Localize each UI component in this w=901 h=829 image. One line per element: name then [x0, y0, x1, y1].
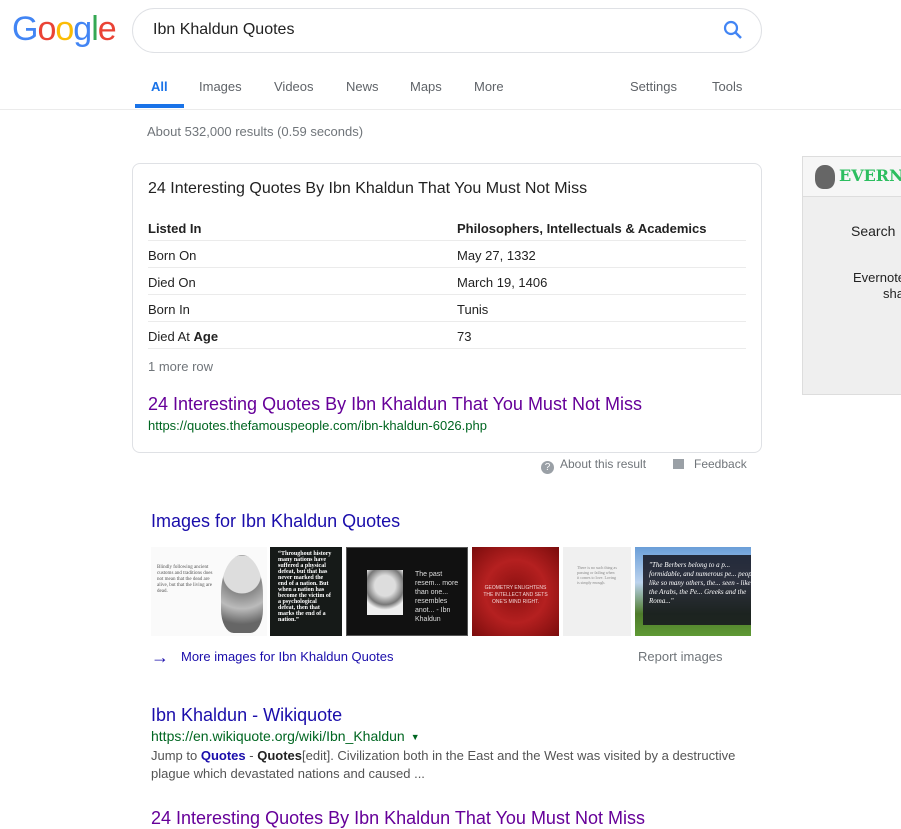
- result-url: https://en.wikiquote.org/wiki/Ibn_Khaldu…: [151, 728, 420, 744]
- about-label: About this result: [560, 457, 647, 471]
- tab-all[interactable]: All: [151, 79, 168, 94]
- image-text: "The Berbers belong to a p... formidable…: [643, 555, 751, 625]
- row-label: Listed In: [148, 221, 202, 236]
- image-thumbnail[interactable]: Blindly following ancient customs and tr…: [151, 547, 267, 636]
- more-images-label: More images for Ibn Khaldun Quotes: [181, 649, 394, 664]
- image-text: “Throughout history many nations have su…: [278, 551, 332, 623]
- table-row: Died On March 19, 1406: [148, 268, 746, 295]
- result-stats: About 532,000 results (0.59 seconds): [147, 124, 364, 139]
- feedback-button[interactable]: Feedback: [673, 457, 747, 471]
- row-value: Tunis: [457, 302, 489, 317]
- image-thumbnail[interactable]: The past resem... more than one... resem…: [346, 547, 468, 636]
- row-label-text: Died At: [148, 329, 194, 344]
- result-snippet: Jump to Quotes - Quotes[edit]. Civilizat…: [151, 747, 751, 783]
- arrow-right-icon: →: [151, 647, 169, 667]
- about-this-result[interactable]: ? About this result: [541, 457, 646, 474]
- row-value: March 19, 1406: [457, 275, 548, 290]
- evernote-header: EVERNOTE: [803, 157, 901, 197]
- tab-news[interactable]: News: [346, 79, 379, 94]
- divider: [0, 109, 901, 110]
- result-url-text: https://en.wikiquote.org/wiki/Ibn_Khaldu…: [151, 728, 405, 744]
- evernote-panel: EVERNOTE Search Evernote share: [802, 156, 901, 395]
- card-title: 24 Interesting Quotes By Ibn Khaldun Tha…: [148, 180, 588, 197]
- more-rows-link[interactable]: 1 more row: [148, 359, 213, 374]
- image-text: Blindly following ancient customs and tr…: [157, 565, 213, 594]
- images-heading[interactable]: Images for Ibn Khaldun Quotes: [151, 511, 400, 532]
- tab-images[interactable]: Images: [199, 79, 242, 94]
- portrait: [367, 570, 403, 615]
- search-query[interactable]: Ibn Khaldun Quotes: [153, 21, 294, 39]
- image-thumbnail[interactable]: "The Berbers belong to a p... formidable…: [635, 547, 751, 636]
- snippet-bold: Quotes: [257, 748, 303, 763]
- card-result-link[interactable]: 24 Interesting Quotes By Ibn Khaldun Tha…: [148, 394, 642, 415]
- active-tab-indicator: [135, 104, 184, 108]
- google-logo[interactable]: Google: [12, 10, 117, 49]
- result-title-link[interactable]: Ibn Khaldun - Wikiquote: [151, 705, 342, 726]
- row-value: May 27, 1332: [457, 248, 536, 263]
- row-label-bold: Age: [193, 329, 219, 344]
- help-icon: ?: [541, 461, 554, 474]
- tab-settings[interactable]: Settings: [630, 79, 677, 94]
- report-images-link[interactable]: Report images: [638, 649, 723, 664]
- row-label: Died At Age: [148, 329, 218, 344]
- tab-maps[interactable]: Maps: [410, 79, 442, 94]
- evernote-text: Evernote: [853, 270, 901, 285]
- row-value: 73: [457, 329, 472, 344]
- evernote-name: EVERNOTE: [839, 166, 901, 185]
- feedback-icon: [673, 459, 684, 469]
- table-row: Listed In Philosophers, Intellectuals & A…: [148, 214, 746, 241]
- jump-to-quotes-link[interactable]: Quotes: [201, 748, 246, 763]
- table-row: Died At Age 73: [148, 322, 746, 349]
- portrait: [221, 555, 263, 633]
- evernote-text: share: [883, 286, 901, 301]
- table-row: Born On May 27, 1332: [148, 241, 746, 268]
- image-thumbnail[interactable]: “Throughout history many nations have su…: [270, 547, 342, 636]
- image-text: There is no such thing as passing or fai…: [577, 565, 617, 585]
- feedback-label: Feedback: [694, 457, 747, 471]
- more-images-link[interactable]: → More images for Ibn Khaldun Quotes: [151, 647, 393, 668]
- tab-tools[interactable]: Tools: [712, 79, 742, 94]
- tab-videos[interactable]: Videos: [274, 79, 314, 94]
- search-input[interactable]: Ibn Khaldun Quotes: [132, 8, 762, 53]
- image-text: GEOMETRY ENLIGHTENS THE INTELLECT AND SE…: [483, 585, 548, 605]
- evernote-elephant-icon: [815, 165, 835, 189]
- row-label: Died On: [148, 275, 196, 290]
- row-value: Philosophers, Intellectuals & Academics: [457, 221, 707, 236]
- image-thumbnail[interactable]: GEOMETRY ENLIGHTENS THE INTELLECT AND SE…: [472, 547, 559, 636]
- card-result-url: https://quotes.thefamouspeople.com/ibn-k…: [148, 418, 487, 433]
- row-label: Born In: [148, 302, 190, 317]
- table-row: Born In Tunis: [148, 295, 746, 322]
- evernote-search[interactable]: Search: [851, 223, 895, 239]
- dropdown-caret-icon[interactable]: ▼: [411, 732, 420, 742]
- tab-more[interactable]: More: [474, 79, 504, 94]
- search-icon[interactable]: [723, 20, 743, 45]
- snippet-text: -: [245, 748, 258, 763]
- image-text: The past resem... more than one... resem…: [415, 571, 459, 623]
- row-label: Born On: [148, 248, 197, 263]
- snippet-text: Jump to: [151, 748, 201, 763]
- image-thumbnail[interactable]: There is no such thing as passing or fai…: [563, 547, 631, 636]
